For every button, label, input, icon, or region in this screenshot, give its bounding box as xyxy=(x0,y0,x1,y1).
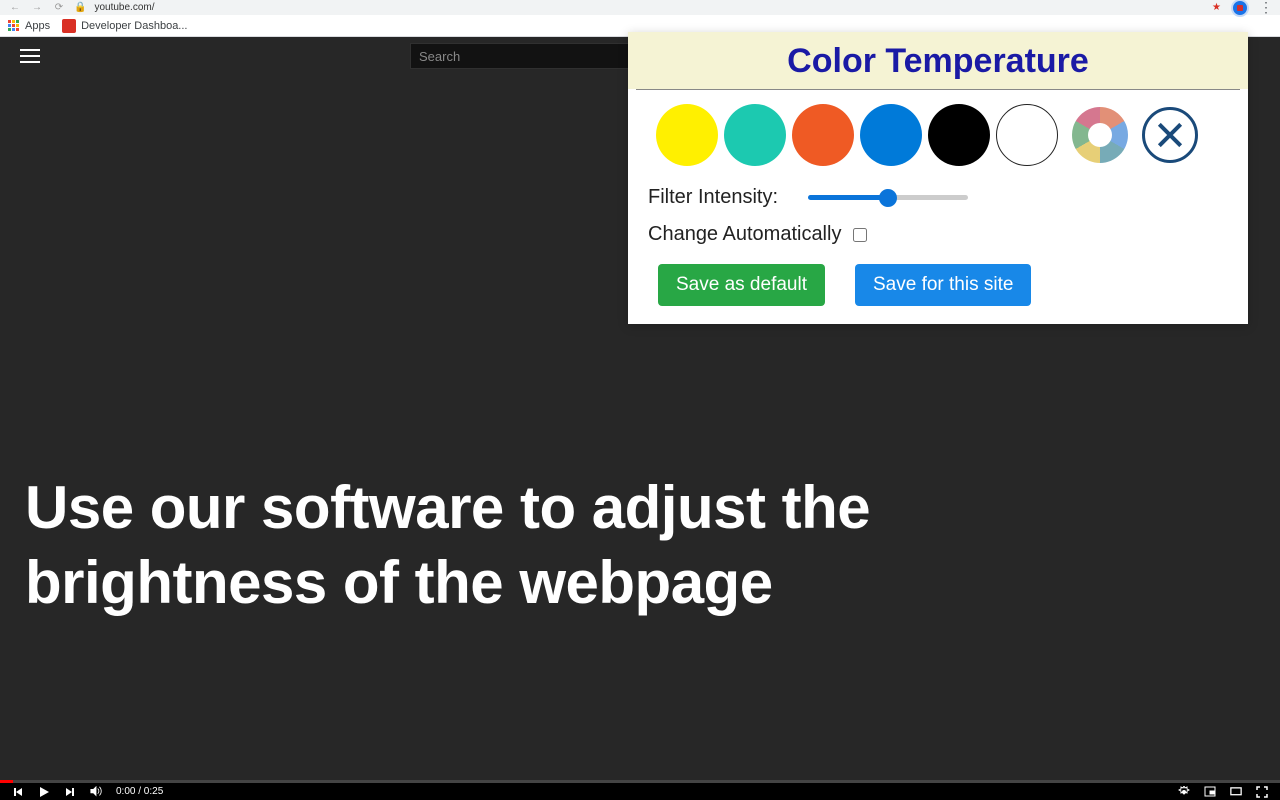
back-icon[interactable]: ← xyxy=(8,1,22,15)
progress-bar[interactable] xyxy=(0,780,1280,783)
forward-icon: → xyxy=(30,1,44,15)
color-blue[interactable] xyxy=(860,104,922,166)
hamburger-icon[interactable] xyxy=(20,49,40,63)
color-row xyxy=(628,90,1248,176)
play-icon[interactable] xyxy=(38,786,50,798)
auto-checkbox[interactable] xyxy=(853,228,867,242)
search-input[interactable]: Search xyxy=(410,43,650,69)
extension-icon[interactable] xyxy=(1231,0,1249,17)
kebab-menu-icon[interactable]: ⋮ xyxy=(1259,0,1272,16)
star-icon[interactable]: ★ xyxy=(1212,2,1221,13)
progress-fill xyxy=(0,780,13,783)
address-bar[interactable]: youtube.com/ xyxy=(94,2,154,13)
color-black[interactable] xyxy=(928,104,990,166)
previous-icon[interactable] xyxy=(12,786,24,798)
color-teal[interactable] xyxy=(724,104,786,166)
miniplayer-icon[interactable] xyxy=(1204,786,1216,798)
apps-label: Apps xyxy=(25,20,50,32)
auto-row: Change Automatically xyxy=(628,219,1248,256)
color-white[interactable] xyxy=(996,104,1058,166)
save-site-button[interactable]: Save for this site xyxy=(855,264,1031,306)
bookmark-label: Developer Dashboa... xyxy=(81,20,187,32)
save-default-button[interactable]: Save as default xyxy=(658,264,825,306)
browser-toolbar: ← → ⟳ 🔒 youtube.com/ ★ ⋮ xyxy=(0,0,1280,15)
close-icon[interactable] xyxy=(1142,107,1198,163)
next-icon[interactable] xyxy=(64,786,76,798)
reload-icon[interactable]: ⟳ xyxy=(52,1,66,15)
filter-intensity-label: Filter Intensity: xyxy=(648,186,778,209)
settings-icon[interactable] xyxy=(1178,786,1190,798)
fullscreen-icon[interactable] xyxy=(1256,786,1268,798)
search-placeholder: Search xyxy=(419,49,460,64)
apps-grid-icon xyxy=(8,20,20,32)
theater-icon[interactable] xyxy=(1230,786,1242,798)
time-display: 0:00 / 0:25 xyxy=(116,786,163,797)
player-controls: 0:00 / 0:25 xyxy=(0,783,1280,800)
filter-intensity-slider[interactable] xyxy=(808,195,968,200)
volume-icon[interactable] xyxy=(90,786,102,798)
popup-title: Color Temperature xyxy=(628,32,1248,89)
bookmark-favicon-icon xyxy=(62,19,76,33)
bookmark-item[interactable]: Developer Dashboa... xyxy=(62,19,187,33)
color-picker-icon[interactable] xyxy=(1072,107,1128,163)
color-orange[interactable] xyxy=(792,104,854,166)
filter-intensity-row: Filter Intensity: xyxy=(628,176,1248,219)
extension-popup: Color Temperature Filter Intensity: Chan… xyxy=(628,32,1248,324)
auto-label: Change Automatically xyxy=(648,223,841,246)
color-yellow[interactable] xyxy=(656,104,718,166)
apps-shortcut[interactable]: Apps xyxy=(8,20,50,32)
button-row: Save as default Save for this site xyxy=(628,256,1248,324)
overlay-headline: Use our software to adjust the brightnes… xyxy=(25,470,1100,620)
lock-icon: 🔒 xyxy=(74,2,86,13)
